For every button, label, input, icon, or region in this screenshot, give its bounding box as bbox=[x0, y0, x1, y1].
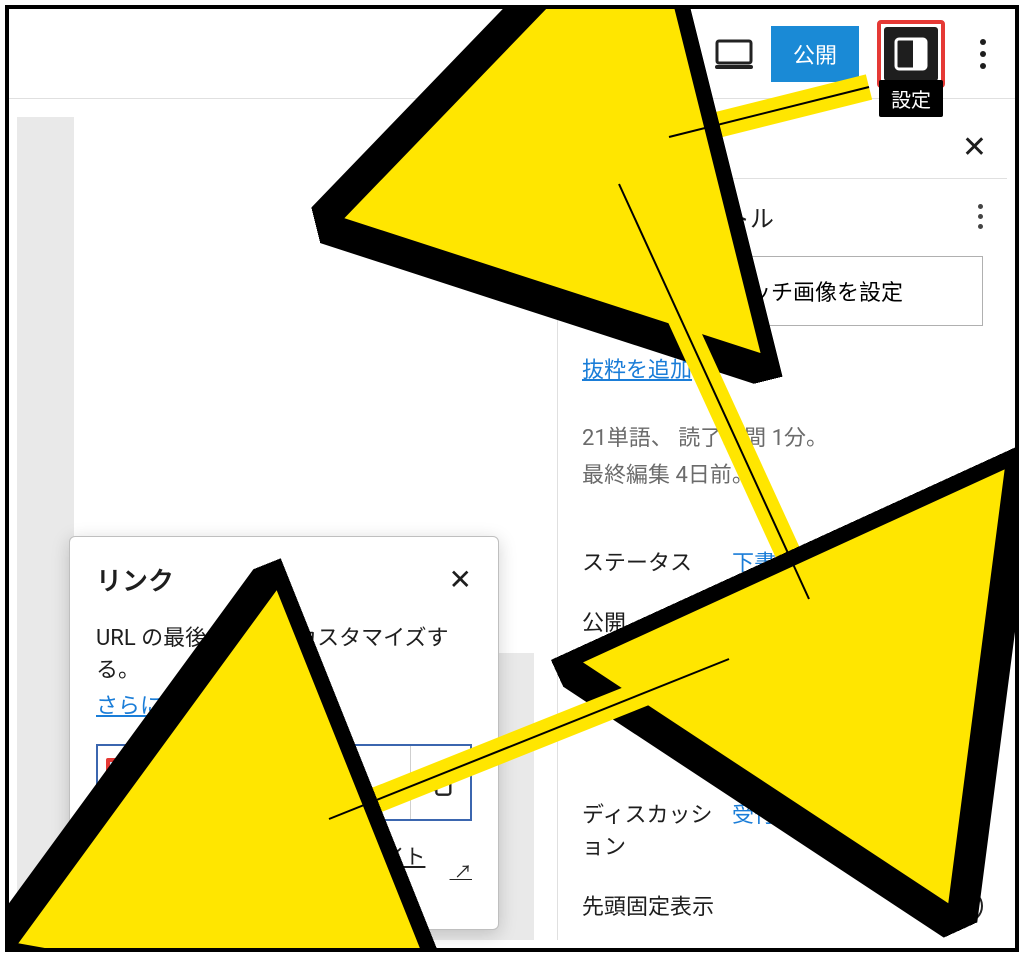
permalink-slug-input[interactable]: /記事タイトル bbox=[98, 746, 410, 819]
post-title-display: 記事タイトル bbox=[630, 199, 774, 234]
panel-options-button[interactable] bbox=[978, 204, 983, 229]
discussion-label: ディスカッション bbox=[582, 797, 732, 861]
redacted-domain bbox=[166, 859, 310, 883]
full-permalink-url[interactable]: https:///記事タイトル/ ↗ bbox=[96, 841, 472, 901]
publish-button[interactable]: 公開 bbox=[771, 26, 859, 82]
settings-tooltip: 設定 bbox=[879, 80, 943, 117]
preview-icon[interactable] bbox=[715, 39, 753, 69]
permalink-label: リンク bbox=[582, 665, 732, 697]
close-sidebar-button[interactable]: ✕ bbox=[942, 130, 1007, 165]
copy-icon bbox=[427, 769, 455, 797]
sticky-toggle[interactable] bbox=[919, 889, 983, 923]
sidebar-tabs: 投稿 ブロック ✕ bbox=[558, 117, 1007, 179]
annotation-highlight-slug: /記事タイトル bbox=[106, 758, 288, 807]
status-value[interactable]: 下書き bbox=[732, 545, 798, 577]
learn-more-link[interactable]: さらに詳しく。 bbox=[96, 694, 250, 719]
sidebar-icon bbox=[894, 37, 928, 71]
status-label: ステータス bbox=[582, 545, 732, 577]
annotation-highlight-permalink: /記事タイトル bbox=[732, 665, 897, 713]
permalink-popover: リンク ✕ URL の最後の部分をカスタマイズする。 さらに詳しく。 ↗ /記事… bbox=[69, 536, 499, 930]
popover-title: リンク bbox=[96, 561, 174, 598]
sticky-label: 先頭固定表示 bbox=[582, 889, 919, 921]
copy-permalink-button[interactable] bbox=[410, 746, 470, 819]
external-link-icon: ↗ bbox=[450, 858, 472, 884]
save-draft-button[interactable]: 下書き保存 bbox=[587, 38, 697, 70]
discussion-value[interactable]: 受付中 bbox=[732, 797, 798, 829]
editor-top-toolbar: 下書き保存 公開 設定 bbox=[9, 9, 1015, 99]
popover-close-button[interactable]: ✕ bbox=[449, 563, 472, 596]
tab-post[interactable]: 投稿 bbox=[558, 113, 654, 182]
settings-toggle-button[interactable] bbox=[884, 27, 938, 81]
settings-sidebar: 投稿 ブロック ✕ 記事タイトル アイキャッチ画像を設定 抜粋を追加 bbox=[557, 117, 1007, 940]
popover-description: URL の最後の部分をカスタマイズする。 bbox=[96, 620, 472, 684]
publish-label: 公開 bbox=[582, 605, 732, 637]
set-featured-image-button[interactable]: アイキャッチ画像を設定 bbox=[582, 256, 983, 326]
permalink-value[interactable]: /記事タイトル bbox=[744, 679, 885, 704]
add-excerpt-link[interactable]: 抜粋を追加 bbox=[582, 358, 692, 383]
wordpress-icon bbox=[582, 200, 616, 234]
redacted-template-value bbox=[732, 741, 838, 769]
more-options-button[interactable] bbox=[963, 39, 1003, 69]
external-link-icon: ↗ bbox=[258, 697, 276, 718]
post-meta-info: 21単語、 読了時間 1分。 最終編集 4日前。 bbox=[582, 420, 983, 495]
annotation-highlight-settings: 設定 bbox=[877, 20, 945, 88]
publish-value[interactable]: 今すぐ bbox=[732, 605, 798, 637]
